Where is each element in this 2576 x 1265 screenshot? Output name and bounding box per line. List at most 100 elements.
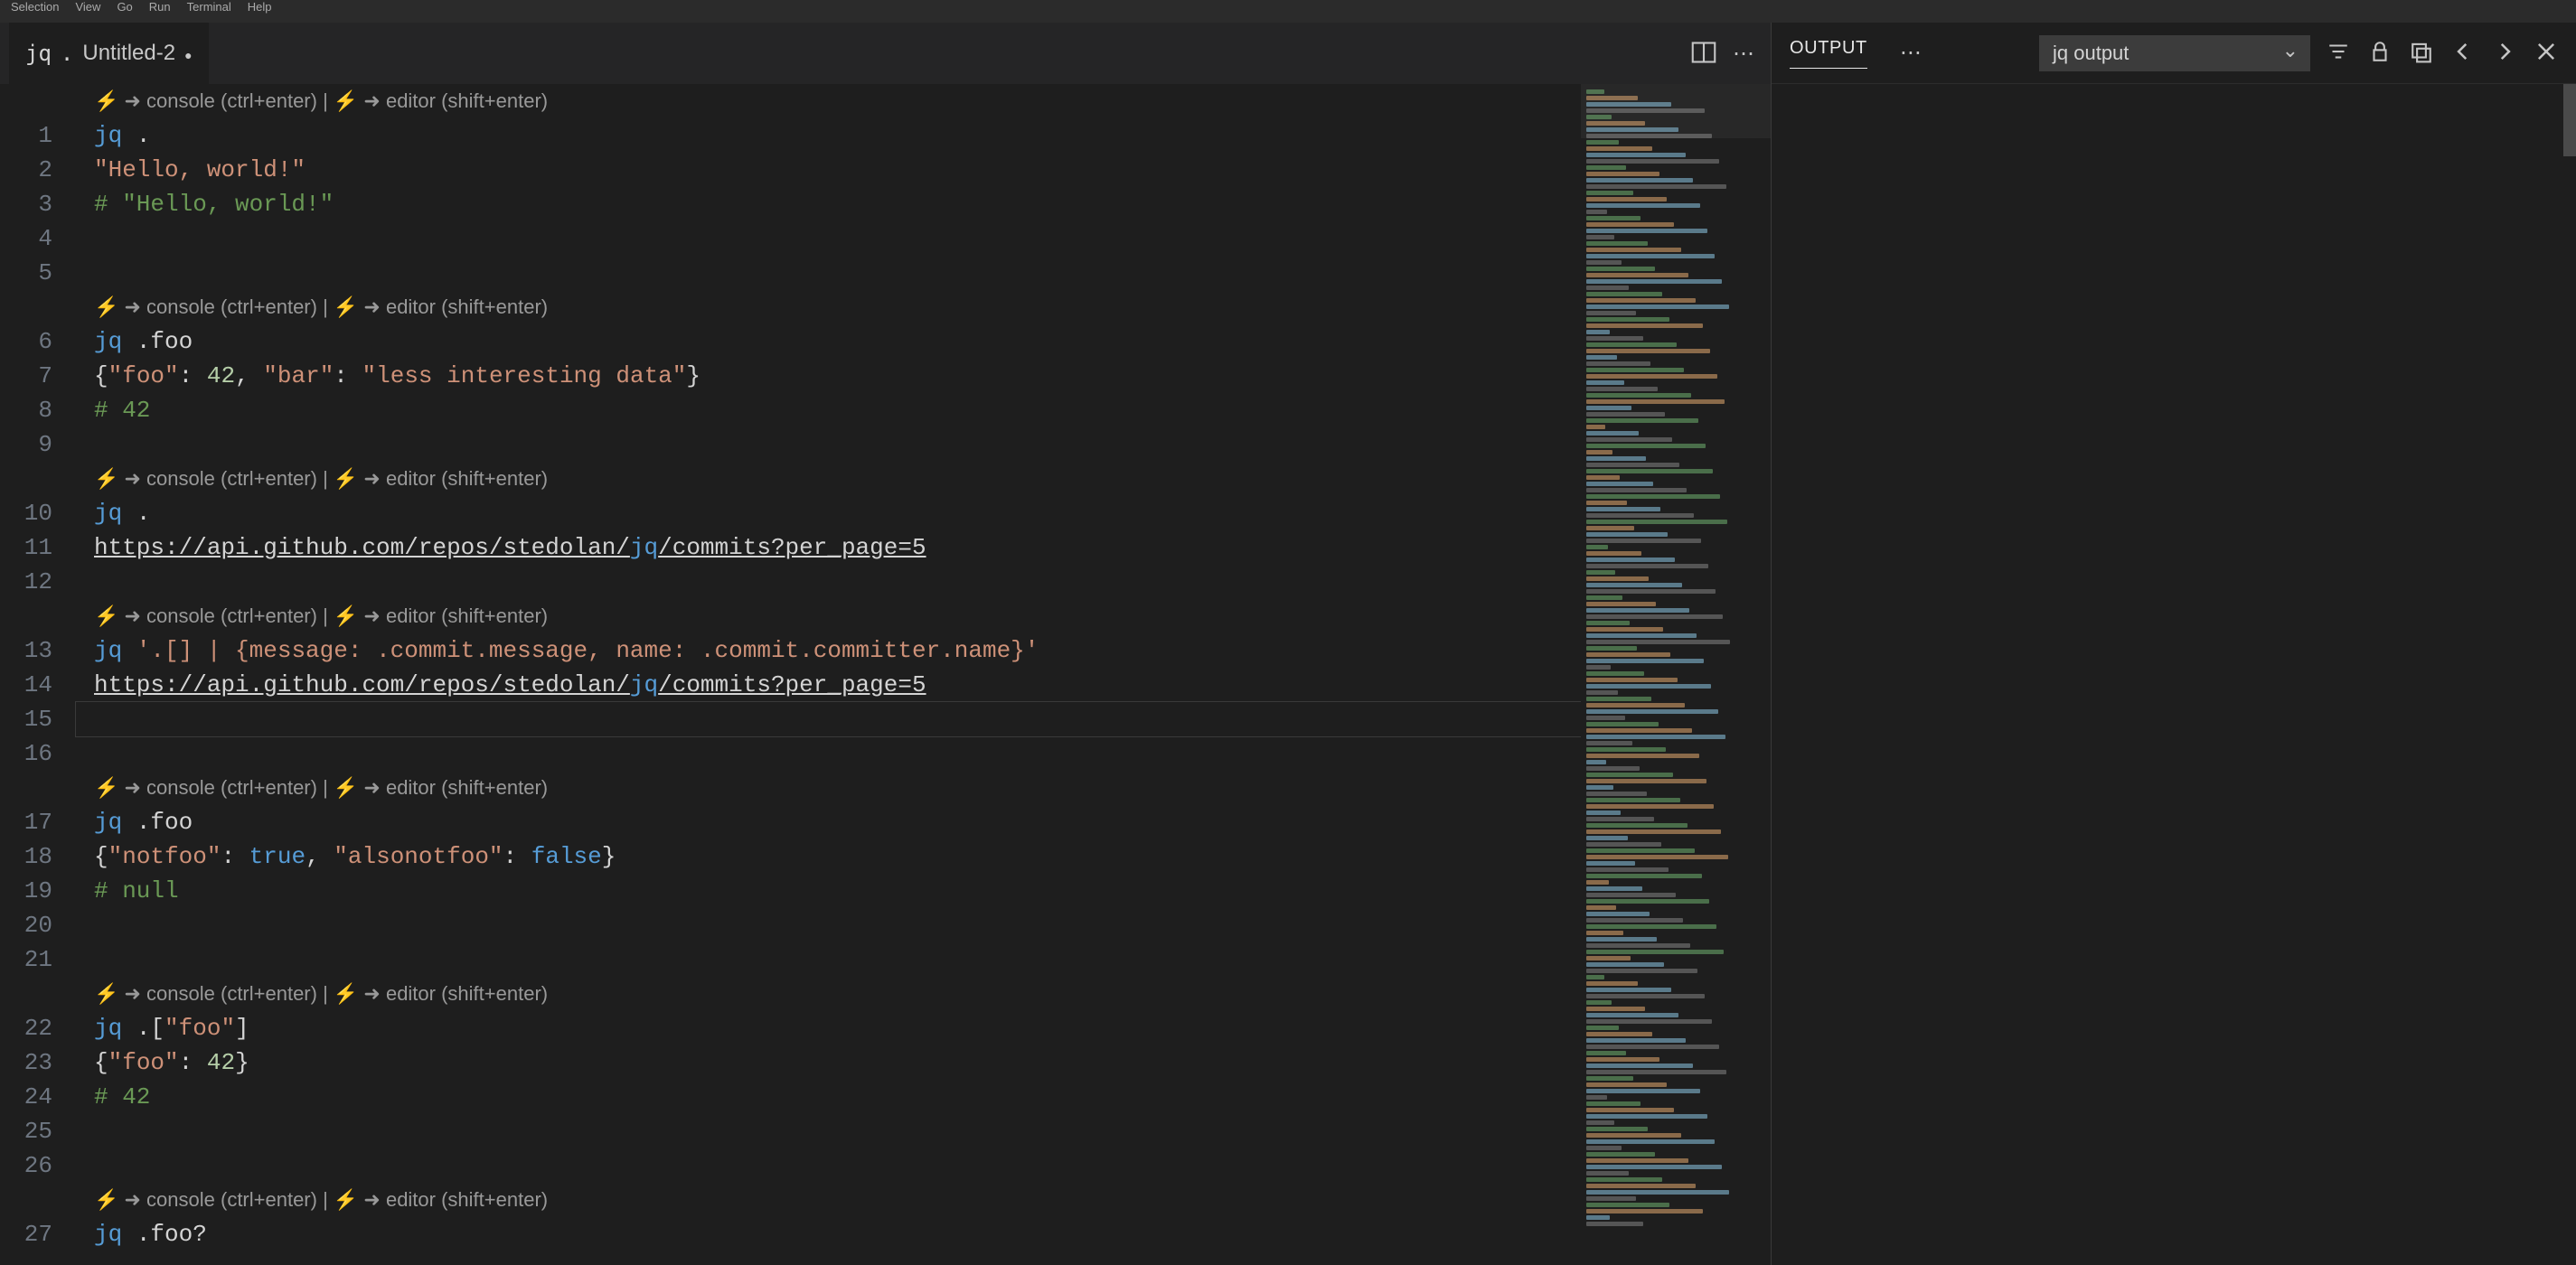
minimap-line <box>1586 273 1688 277</box>
code-line[interactable] <box>94 908 1581 942</box>
code-line[interactable] <box>94 221 1581 256</box>
close-icon[interactable] <box>2534 40 2558 66</box>
panel-scrollbar-thumb[interactable] <box>2563 84 2576 156</box>
minimap-line <box>1586 1209 1703 1213</box>
minimap-line <box>1586 507 1660 511</box>
line-number: 19 <box>0 874 52 908</box>
minimap-line <box>1586 867 1669 872</box>
code-line[interactable]: jq .foo <box>94 805 1581 839</box>
line-number: 22 <box>0 1011 52 1045</box>
split-editor-icon[interactable] <box>1691 40 1716 68</box>
code-lens-run[interactable]: ⚡ ➜ console (ctrl+enter) | ⚡ ➜ editor (s… <box>94 1183 1581 1217</box>
output-body[interactable] <box>1772 84 2576 1265</box>
minimap-line <box>1586 229 1707 233</box>
minimap-line <box>1586 823 1688 828</box>
minimap-line <box>1586 1158 1688 1163</box>
minimap-line <box>1586 380 1624 385</box>
menu-terminal[interactable]: Terminal <box>187 0 231 14</box>
code-line[interactable]: https://api.github.com/repos/stedolan/jq… <box>94 530 1581 565</box>
tab-dot: . <box>61 41 73 66</box>
code-line[interactable] <box>94 942 1581 977</box>
code-line[interactable]: # 42 <box>94 393 1581 427</box>
panel-scrollbar[interactable] <box>2563 84 2576 1265</box>
menu-run[interactable]: Run <box>149 0 171 14</box>
minimap-line <box>1586 811 1621 815</box>
code-line[interactable] <box>94 1114 1581 1148</box>
line-number: 18 <box>0 839 52 874</box>
code-line[interactable]: # "Hello, world!" <box>94 187 1581 221</box>
code-line[interactable]: jq .foo <box>94 324 1581 359</box>
minimap-line <box>1586 203 1700 208</box>
code-line[interactable] <box>94 427 1581 462</box>
code-line[interactable]: # 42 <box>94 1080 1581 1114</box>
minimap-line <box>1586 1082 1667 1087</box>
tab-untitled-2[interactable]: jq . Untitled-2 <box>9 23 209 84</box>
code-line[interactable]: jq . <box>94 118 1581 153</box>
minimap-line <box>1586 1101 1641 1106</box>
minimap-line <box>1586 741 1632 745</box>
minimap-line <box>1586 292 1662 296</box>
code-lens-run[interactable]: ⚡ ➜ console (ctrl+enter) | ⚡ ➜ editor (s… <box>94 84 1581 118</box>
code-lens-run[interactable]: ⚡ ➜ console (ctrl+enter) | ⚡ ➜ editor (s… <box>94 599 1581 633</box>
code-line[interactable]: {"foo": 42} <box>94 1045 1581 1080</box>
minimap-line <box>1586 1013 1678 1017</box>
code-line[interactable]: jq '.[] | {message: .commit.message, nam… <box>94 633 1581 668</box>
code-line[interactable]: jq . <box>94 496 1581 530</box>
chevron-right-icon[interactable] <box>2493 40 2516 66</box>
line-number: 7 <box>0 359 52 393</box>
code-line[interactable] <box>94 736 1581 771</box>
minimap-line <box>1586 766 1640 771</box>
code-line[interactable]: {"notfoo": true, "alsonotfoo": false} <box>94 839 1581 874</box>
minimap-line <box>1586 539 1701 543</box>
line-number: 13 <box>0 633 52 668</box>
minimap-line <box>1586 1057 1659 1062</box>
minimap-line <box>1586 279 1722 284</box>
minimap-line <box>1586 361 1650 366</box>
minimap-line <box>1586 1019 1712 1024</box>
filter-icon[interactable] <box>2327 40 2350 66</box>
code-lens-run[interactable]: ⚡ ➜ console (ctrl+enter) | ⚡ ➜ editor (s… <box>94 771 1581 805</box>
minimap-line <box>1586 918 1683 923</box>
code-lens-run[interactable]: ⚡ ➜ console (ctrl+enter) | ⚡ ➜ editor (s… <box>94 462 1581 496</box>
code-line[interactable]: jq .["foo"] <box>94 1011 1581 1045</box>
minimap-line <box>1586 886 1642 891</box>
minimap-line <box>1586 855 1728 859</box>
code-area[interactable]: ⚡ ➜ console (ctrl+enter) | ⚡ ➜ editor (s… <box>76 84 1581 1265</box>
chevron-left-icon[interactable] <box>2451 40 2475 66</box>
minimap-line <box>1586 956 1631 960</box>
code-line[interactable] <box>94 1148 1581 1183</box>
menu-view[interactable]: View <box>75 0 100 14</box>
panel-tab-output[interactable]: OUTPUT <box>1790 38 1867 69</box>
minimap-viewport[interactable] <box>1581 84 1771 138</box>
minimap-line <box>1586 703 1685 707</box>
output-channel-select[interactable]: jq output <box>2039 35 2310 71</box>
code-lens-run[interactable]: ⚡ ➜ console (ctrl+enter) | ⚡ ➜ editor (s… <box>94 977 1581 1011</box>
minimap-line <box>1586 589 1716 594</box>
panel-more-icon[interactable] <box>1900 40 1922 66</box>
minimap-line <box>1586 184 1726 189</box>
more-actions-icon[interactable] <box>1733 41 1754 67</box>
menu-help[interactable]: Help <box>248 0 272 14</box>
minimap[interactable] <box>1581 84 1771 1265</box>
code-line[interactable]: {"foo": 42, "bar": "less interesting dat… <box>94 359 1581 393</box>
menu-go[interactable]: Go <box>117 0 132 14</box>
line-number: 3 <box>0 187 52 221</box>
code-line[interactable]: jq .foo? <box>94 1217 1581 1251</box>
minimap-line <box>1586 1184 1696 1188</box>
code-line[interactable]: # null <box>94 874 1581 908</box>
tab-title: Untitled-2 <box>82 41 175 66</box>
minimap-line <box>1586 140 1619 145</box>
minimap-line <box>1586 1032 1652 1036</box>
minimap-line <box>1586 564 1708 568</box>
code-line[interactable]: https://api.github.com/repos/stedolan/jq… <box>94 668 1581 702</box>
lock-icon[interactable] <box>2368 40 2392 66</box>
menu-selection[interactable]: Selection <box>11 0 59 14</box>
editor-body[interactable]: 1234567891011121314151617181920212223242… <box>0 84 1771 1265</box>
code-line[interactable] <box>94 256 1581 290</box>
code-lens-run[interactable]: ⚡ ➜ console (ctrl+enter) | ⚡ ➜ editor (s… <box>94 290 1581 324</box>
code-line[interactable] <box>94 702 1581 736</box>
code-line[interactable]: "Hello, world!" <box>94 153 1581 187</box>
code-line[interactable] <box>94 565 1581 599</box>
minimap-line <box>1586 690 1618 695</box>
open-log-icon[interactable] <box>2410 40 2433 66</box>
